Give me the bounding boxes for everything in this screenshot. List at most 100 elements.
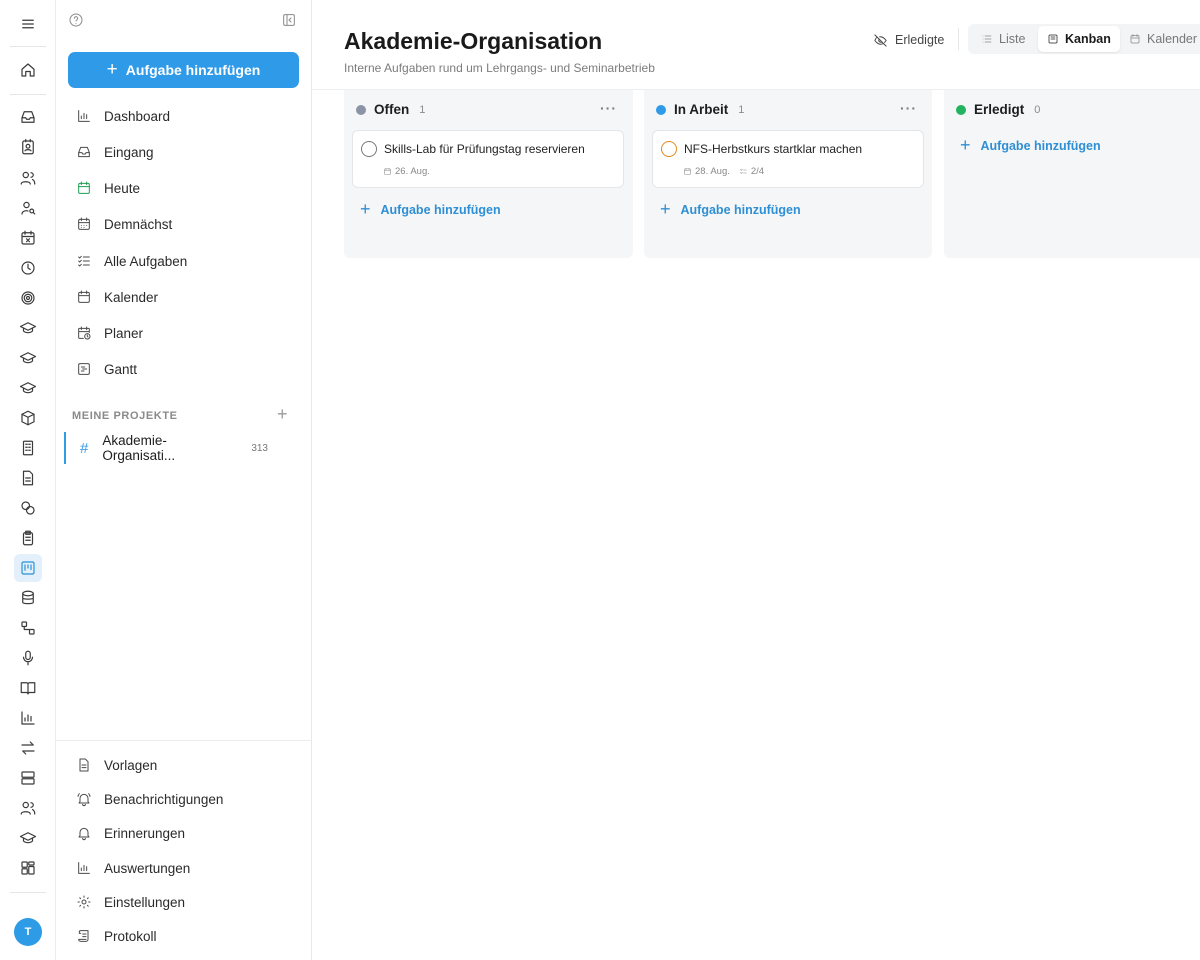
icon-rail: T (0, 0, 56, 960)
nav-label: Vorlagen (104, 757, 158, 773)
nav-eingang[interactable]: Eingang (68, 137, 300, 167)
kanban-column-erledigt: Erledigt 0 + Aufgabe hinzufügen (944, 90, 1200, 258)
graduation-cap-icon[interactable] (14, 314, 42, 342)
graduation-cap-icon[interactable] (14, 344, 42, 372)
task-checkbox[interactable] (361, 141, 377, 157)
clipboard-icon[interactable] (14, 524, 42, 552)
users-icon[interactable] (14, 164, 42, 192)
tab-kalender[interactable]: Kalender (1120, 26, 1200, 52)
bar-chart-icon[interactable] (14, 704, 42, 732)
calendar-grid-icon (78, 217, 90, 230)
rail-divider (10, 94, 46, 95)
apps-grid-icon[interactable] (14, 854, 42, 882)
status-dot (956, 104, 966, 115)
nav-einstellungen[interactable]: Einstellungen (68, 887, 300, 917)
nav-demnaechst[interactable]: Demnächst (68, 209, 300, 239)
sidebar-divider (56, 740, 312, 741)
gear-icon (77, 895, 91, 909)
column-add-task-button[interactable]: + Aufgabe hinzufügen (360, 199, 501, 219)
task-title: NFS-Herbstkurs startklar machen (684, 142, 863, 156)
package-icon[interactable] (14, 404, 42, 432)
collapse-sidebar-icon[interactable] (280, 11, 298, 29)
list-icon (982, 35, 992, 43)
user-search-icon[interactable] (14, 194, 42, 222)
document-icon[interactable] (14, 464, 42, 492)
database-icon[interactable] (14, 584, 42, 612)
add-task-button[interactable]: + Aufgabe hinzufügen (68, 52, 299, 88)
target-icon[interactable] (14, 284, 42, 312)
column-header: Erledigt 0 (956, 102, 1040, 117)
nav-label: Eingang (104, 144, 154, 160)
home-icon[interactable] (14, 56, 42, 84)
nav-vorlagen[interactable]: Vorlagen (68, 750, 300, 780)
inbox-icon (78, 146, 90, 158)
graduation-cap-icon[interactable] (14, 374, 42, 402)
nav-auswertungen[interactable]: Auswertungen (68, 853, 300, 883)
tab-liste[interactable]: Liste (972, 26, 1034, 52)
inbox-icon[interactable] (14, 103, 42, 131)
bell-ring-icon (77, 793, 91, 807)
task-meta: 26. Aug. (383, 166, 430, 177)
add-project-icon[interactable]: + (277, 405, 288, 423)
building-icon[interactable] (14, 434, 42, 462)
add-task-label: Aufgabe hinzufügen (980, 139, 1101, 153)
column-title: Offen (374, 102, 410, 117)
nav-label: Benachrichtigungen (104, 791, 224, 807)
coins-icon[interactable] (14, 494, 42, 522)
show-done-toggle[interactable]: Erledigte (873, 28, 944, 52)
nav-benachrichtigungen[interactable]: Benachrichtigungen (68, 784, 300, 814)
book-icon[interactable] (14, 674, 42, 702)
nav-kalender[interactable]: Kalender (68, 282, 300, 312)
due-date: 26. Aug. (383, 166, 430, 177)
subtask-progress: 2/4 (739, 166, 764, 177)
calendar-x-icon[interactable] (14, 224, 42, 252)
contact-card-icon[interactable] (14, 133, 42, 161)
status-dot (656, 104, 666, 115)
task-card[interactable]: NFS-Herbstkurs startklar machen 28. Aug.… (652, 130, 924, 188)
plus-icon: + (960, 135, 971, 155)
tab-kanban[interactable]: Kanban (1038, 26, 1120, 52)
nav-erinnerungen[interactable]: Erinnerungen (68, 818, 300, 848)
project-item[interactable]: # Akademie-Organisati... 313 (64, 432, 302, 464)
more-options-icon[interactable]: ··· (900, 100, 917, 116)
menu-icon[interactable] (14, 10, 42, 38)
column-add-task-button[interactable]: + Aufgabe hinzufügen (960, 135, 1101, 155)
nav-label: Auswertungen (104, 860, 191, 876)
projects-section-label: MEINE PROJEKTE (72, 410, 178, 422)
sidebar: + Aufgabe hinzufügen Dashboard Eingang He… (56, 0, 312, 960)
hash-icon: # (80, 439, 89, 457)
help-icon[interactable] (67, 11, 85, 29)
gantt-icon (78, 363, 90, 375)
nav-label: Demnächst (104, 216, 173, 232)
calendar-today-icon (78, 181, 90, 194)
task-checkbox[interactable] (661, 141, 677, 157)
avatar[interactable]: T (14, 918, 42, 946)
workflow-icon[interactable] (14, 614, 42, 642)
more-options-icon[interactable]: ··· (600, 100, 617, 116)
plus-icon: + (360, 199, 371, 219)
users-icon[interactable] (14, 794, 42, 822)
task-title: Skills-Lab für Prüfungstag reservieren (384, 142, 585, 156)
kanban-icon[interactable] (14, 554, 42, 582)
transfer-icon[interactable] (14, 734, 42, 762)
nav-label: Protokoll (104, 928, 157, 944)
column-add-task-button[interactable]: + Aufgabe hinzufügen (660, 199, 801, 219)
add-task-label: Aufgabe hinzufügen (380, 203, 501, 217)
microphone-icon[interactable] (14, 644, 42, 672)
project-count: 313 (251, 442, 268, 454)
nav-gantt[interactable]: Gantt (68, 354, 300, 384)
plus-icon: + (660, 199, 671, 219)
calendar-icon (684, 167, 691, 175)
server-icon[interactable] (14, 764, 42, 792)
page-title: Akademie-Organisation (344, 28, 603, 54)
graduation-cap-icon[interactable] (14, 824, 42, 852)
nav-planer[interactable]: Planer (68, 318, 300, 348)
task-card[interactable]: Skills-Lab für Prüfungstag reservieren 2… (352, 130, 624, 188)
nav-heute[interactable]: Heute (68, 173, 300, 203)
nav-alle-aufgaben[interactable]: Alle Aufgaben (68, 246, 300, 276)
nav-label: Heute (104, 180, 141, 196)
clock-icon[interactable] (14, 254, 42, 282)
nav-dashboard[interactable]: Dashboard (68, 101, 300, 131)
nav-protokoll[interactable]: Protokoll (68, 921, 300, 951)
nav-label: Erinnerungen (104, 825, 186, 841)
